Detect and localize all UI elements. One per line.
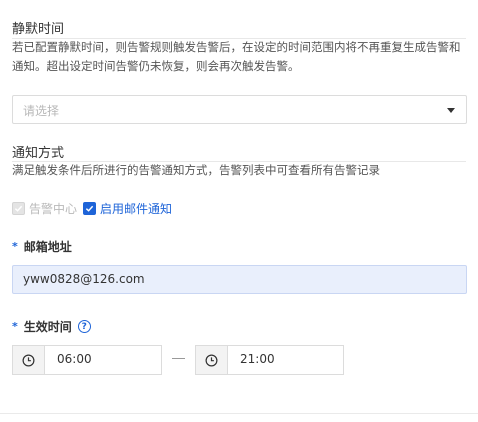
silence-select-placeholder: 请选择: [23, 104, 60, 118]
end-time-value[interactable]: 21:00: [240, 352, 275, 366]
email-field[interactable]: yww0828@126.com: [12, 265, 467, 294]
email-label-text: 邮箱地址: [23, 240, 72, 254]
silence-select[interactable]: 请选择: [12, 95, 467, 124]
email-field-label: * 邮箱地址: [12, 238, 72, 255]
help-circle-icon[interactable]: ?: [77, 320, 91, 333]
silence-description: 若已配置静默时间，则告警规则触发告警后，在设定的时间范围内将不再重复生成告警和通…: [12, 40, 461, 73]
notify-section-title: 通知方式: [12, 146, 65, 161]
alarm-center-checkbox: 告警中心: [12, 200, 77, 217]
end-time-picker[interactable]: 21:00: [195, 345, 344, 375]
email-value[interactable]: yww0828@126.com: [23, 272, 145, 286]
required-mark: *: [12, 320, 18, 333]
caret-down-icon: [447, 108, 455, 113]
clock-icon: [196, 346, 228, 374]
clock-icon: [13, 346, 45, 374]
time-range-separator: [172, 358, 185, 359]
email-notify-checkbox[interactable]: 启用邮件通知: [83, 200, 172, 217]
silence-section-title: 静默时间: [12, 22, 65, 37]
notify-description: 满足触发条件后所进行的告警通知方式，告警列表中可查看所有告警记录: [12, 163, 380, 177]
email-notify-label[interactable]: 启用邮件通知: [100, 200, 172, 217]
start-time-value[interactable]: 06:00: [57, 352, 92, 366]
required-mark: *: [12, 240, 18, 253]
check-icon[interactable]: [83, 201, 97, 215]
effective-label-text: 生效时间: [23, 320, 72, 334]
bottom-divider: [0, 413, 478, 414]
alarm-center-label: 告警中心: [29, 201, 78, 216]
check-icon: [12, 201, 25, 215]
start-time-picker[interactable]: 06:00: [12, 345, 162, 375]
notify-options: 告警中心 启用邮件通知: [12, 199, 178, 217]
effective-time-label: * 生效时间 ?: [12, 318, 91, 335]
